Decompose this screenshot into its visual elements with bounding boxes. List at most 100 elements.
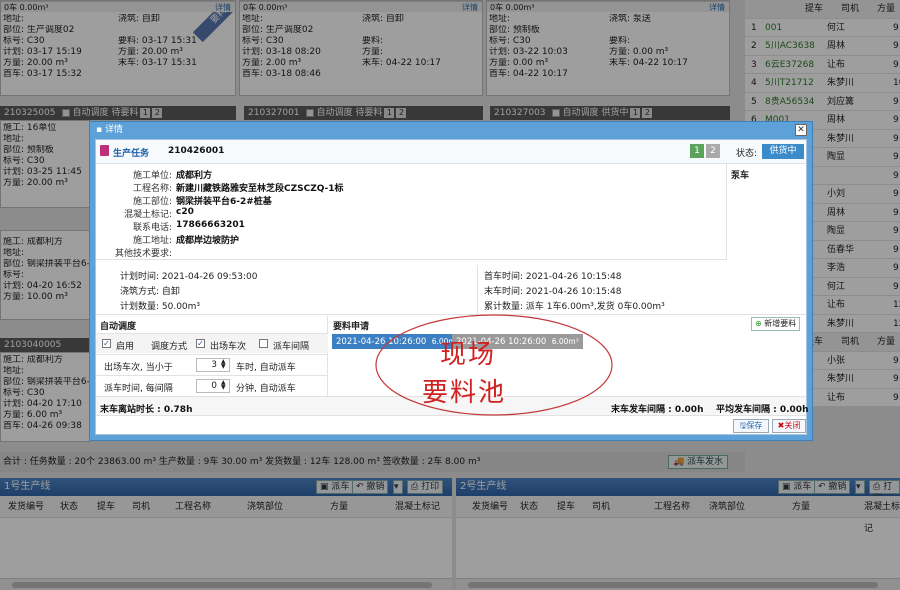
card-field: 计划: 03-22 10:03 [489,47,568,57]
card-field: 计划: 04-20 16:52 [3,281,82,291]
task-card-header[interactable]: 210327001 自动调度 待要料 1 2 [244,106,483,120]
dispatch-water-button[interactable]: 🚚 派车发水 [668,455,729,469]
auto-label: 自动调度 [316,108,353,118]
card-field: 方量: 20.00 m³ [118,47,183,57]
print-button[interactable]: ⎙ 打印 [407,480,444,494]
table-row[interactable]: 45川T21712朱梦川10 [745,74,900,93]
card-field: 方量: 20.00 m³ [3,178,68,188]
column-header[interactable]: 工程名称 [175,496,211,518]
column-header[interactable]: 混凝土标记 [395,496,440,518]
column-header[interactable]: 状态 [520,496,538,518]
spinner-icon[interactable]: ▲ ▼ [221,359,226,370]
opt-interval-checkbox[interactable] [259,339,268,349]
state-label: 待要料 [355,108,383,118]
card-field: 方量: 2.00 m³ [242,58,302,68]
details-link[interactable]: 详情 [462,2,478,13]
auto-checkbox[interactable] [61,108,70,117]
state-label: 供货中 [601,108,629,118]
column-header[interactable]: 浇筑部位 [709,496,745,518]
line-title: 1号生产线 [4,481,51,492]
auto-checkbox[interactable] [305,108,314,117]
spinner-icon[interactable]: ▲ ▼ [221,380,226,391]
table-row[interactable]: 2 5川AC3638 周林 9 [745,37,900,56]
column-header[interactable]: 工程名称 [654,496,690,518]
card-field: 施工: 16单位 [3,123,57,133]
annotation-text: 现场 [440,340,497,370]
table-row[interactable]: 5 8贵A56534 刘应篝 9 [745,93,900,111]
card-field: 地址: [489,14,511,24]
column-header[interactable]: 提车 [557,496,575,518]
chevron-down-icon[interactable]: ▾ [855,480,865,494]
task-card-header[interactable]: 210327003 自动调度 供货中 1 2 [490,106,730,120]
card-field: 方量: 6.00 m³ [3,410,63,420]
card-field: 标号: [3,270,25,280]
task-card[interactable]: 施工: 16单位地址:部位: 生产调度02标号: C30计划: 03-17 15… [0,0,236,96]
card-field: 方量: 0.00 m³ [489,58,549,68]
dispatch-button[interactable]: ▣ 派车 [778,480,816,494]
task-code: 210327003 [494,108,546,118]
column-header[interactable]: 司机 [132,496,150,518]
column-header[interactable]: 状态 [60,496,78,518]
column-header[interactable]: 浇筑部位 [247,496,283,518]
cancel-button[interactable]: ↶ 撤销 [352,480,389,494]
card-field: 标号: C30 [3,36,45,46]
foot-summary: 0车 0.00m³ [4,3,49,12]
close-button[interactable]: ✖关闭 [772,419,806,433]
column-header[interactable]: 提车 [97,496,115,518]
task-card[interactable]: 施工: 16单位地址:部位: 预制板标号: C30计划: 03-22 10:03… [486,0,730,96]
task-card-header[interactable]: 2103040005 [0,338,90,352]
enable-checkbox[interactable]: ✓ [102,339,111,349]
task-card[interactable]: 施工: 成都利方 地址: 部位: 钢梁拼装平台6-2 标号: C30 计划: 04-20… [0,352,90,442]
save-button[interactable]: 🖫保存 [733,419,769,433]
info-label: 联系电话: [132,223,172,233]
card-field: 首车: 03-18 08:46 [242,69,321,79]
info-value: c20 [176,207,194,217]
card-field: 要料: [362,36,384,46]
info-label: 工程名称: [132,184,172,194]
card-field: 计划: 03-25 11:45 [3,167,82,177]
horizontal-scrollbar[interactable] [456,578,900,590]
average-interval: 平均发车间隔 : 0.00h [716,405,809,415]
add-request-button[interactable]: ⊕ 新增要料 [751,317,801,331]
task-card[interactable]: 施工: 16单位 地址: 部位: 预制板 标号: C30 计划: 03-25 11:45… [0,120,90,208]
print-button[interactable]: ⎙ 打印 [869,480,900,504]
plan-quantity: 计划数量: 50.00m³ [120,302,201,312]
details-link[interactable]: 详情 [709,2,725,13]
dispatch-button[interactable]: ▣ 派车 [316,480,354,494]
card-field: 方量: [362,47,384,57]
foot-summary: 0车 0.00m³ [490,3,535,12]
chevron-down-icon[interactable]: ▾ [393,480,403,494]
column-header[interactable]: 方量 [330,496,348,518]
task-card[interactable]: 施工: 318XZ地址:部位: 生产调度02标号: C30计划: 03-18 0… [239,0,483,96]
task-card[interactable]: 施工: 成都利方 地址: 部位: 钢梁拼装平台6-2 标号: 计划: 04-20 16:… [0,230,90,320]
close-icon[interactable]: ✕ [795,124,807,136]
column-header[interactable]: 混凝土标记 [864,496,900,540]
column-header[interactable]: 司机 [592,496,610,518]
card-field: 标号: C30 [489,36,531,46]
horizontal-scrollbar[interactable] [0,578,452,590]
auto-dispatch-title: 自动调度 [100,322,137,332]
page-1-button[interactable]: 1 [690,144,704,158]
card-field: 要料: 03-17 15:31 [118,36,197,46]
details-link[interactable]: 详情 [215,2,231,13]
cancel-button[interactable]: ↶ 撤销 [814,480,851,494]
page-2-button[interactable]: 2 [706,144,720,158]
column-header[interactable]: 发货编号 [472,496,508,518]
column-header[interactable]: 发货编号 [8,496,44,518]
card-field: 部位: 生产调度02 [242,25,314,35]
table-row[interactable]: 3 6云E37268 让布 9 [745,56,900,74]
card-field: 施工: 成都利方 [3,237,63,247]
card-field: 标号: C30 [3,388,45,398]
card-field: 浇筑: 自卸 [362,14,404,24]
table-row[interactable]: 1 001 何江 9 [745,19,900,37]
column-header[interactable]: 方量 [792,496,810,518]
card-field: 浇筑: 泵送 [609,14,651,24]
request-title: 要料申请 [333,322,370,332]
card-field: 浇筑: 自卸 [118,14,160,24]
task-label: 生产任务 [113,149,150,159]
opt-exit-count-checkbox[interactable]: ✓ [196,339,205,349]
info-value: 成都岸边坡防护 [176,236,240,246]
task-card-header[interactable]: 210325005 自动调度 待要料 1 2 [0,106,236,120]
auto-checkbox[interactable] [551,108,560,117]
dialog-title: 详情 [104,125,123,135]
